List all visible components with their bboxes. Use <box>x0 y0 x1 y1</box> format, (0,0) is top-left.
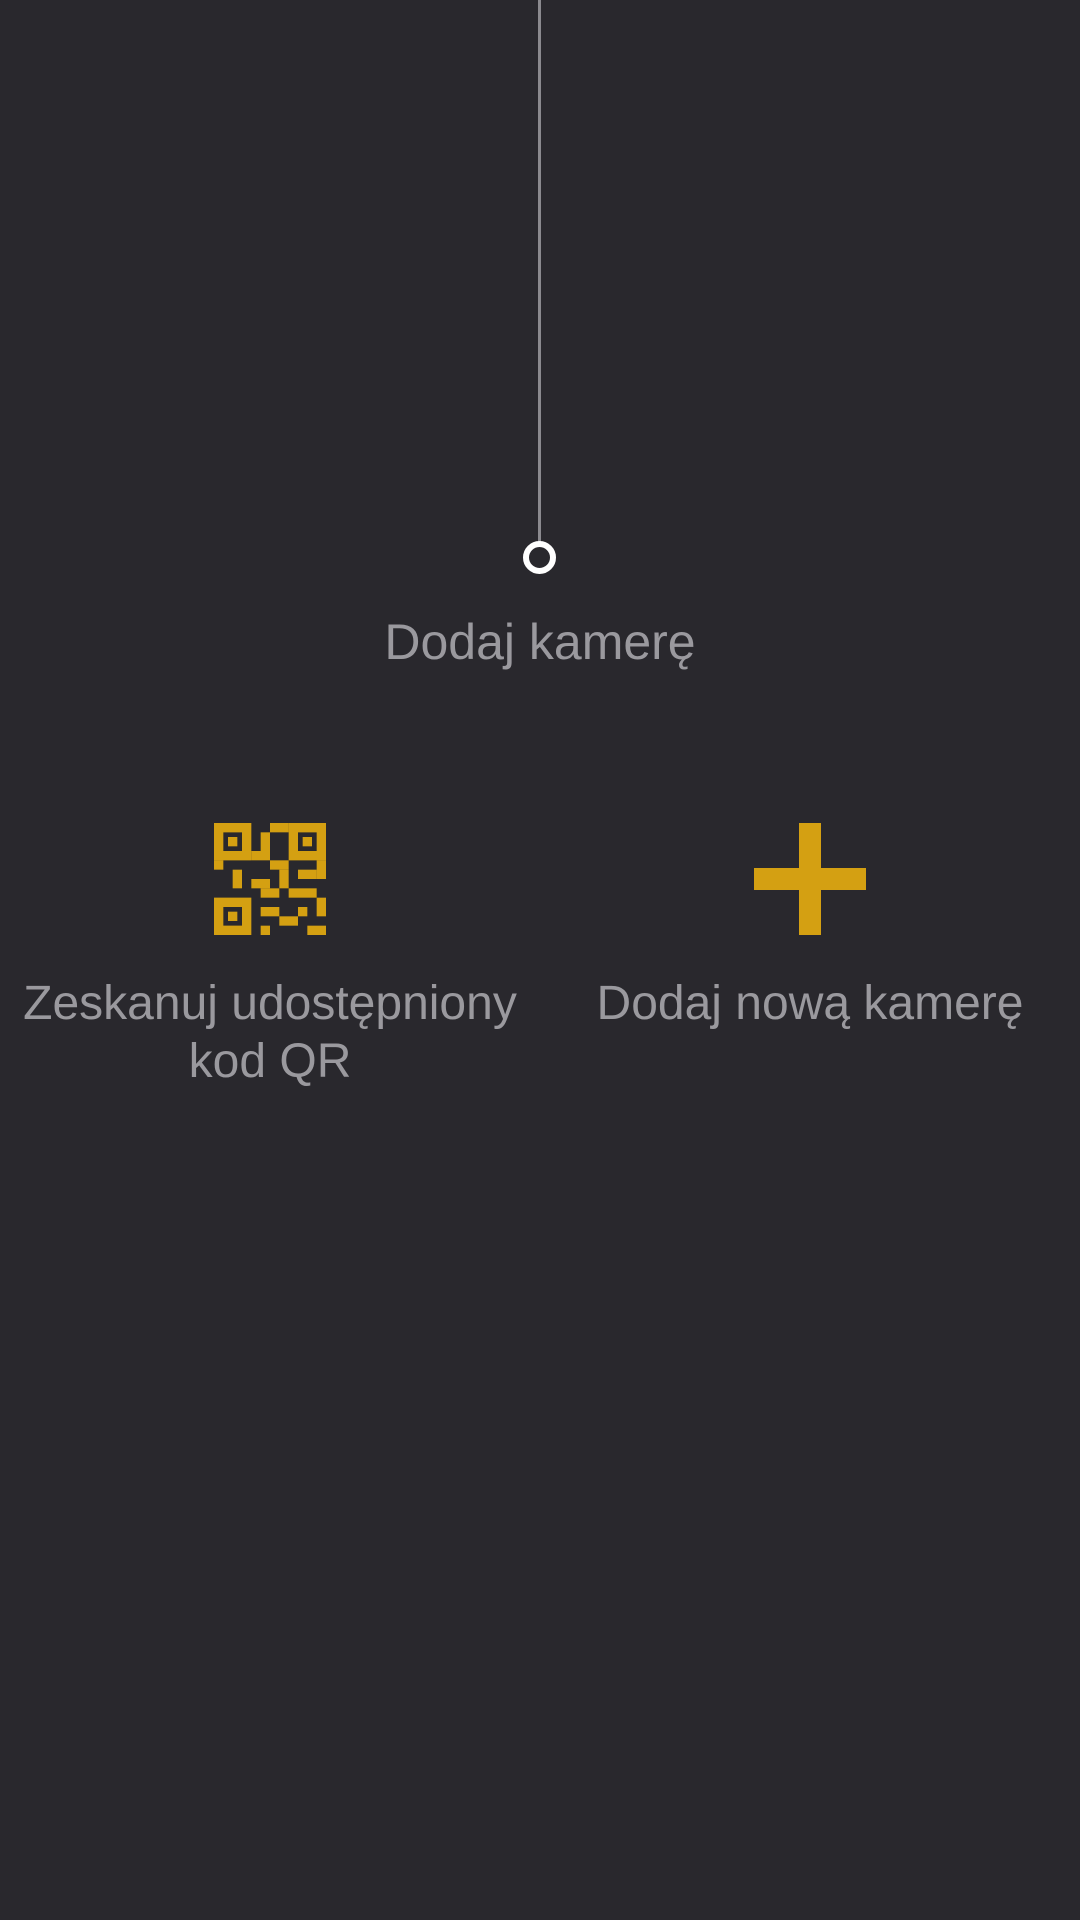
connector-node-icon <box>523 541 556 574</box>
scan-qr-label: Zeskanuj udostępniony kod QR <box>23 977 517 1088</box>
scan-qr-option[interactable]: Zeskanuj udostępniony kod QR <box>0 823 540 1091</box>
page-title: Dodaj kamerę <box>384 614 696 670</box>
qr-code-icon <box>214 823 326 935</box>
connector-line <box>538 0 541 542</box>
add-new-camera-option[interactable]: Dodaj nową kamerę <box>540 823 1080 1033</box>
plus-icon <box>754 823 866 935</box>
add-new-camera-label: Dodaj nową kamerę <box>596 977 1024 1030</box>
add-camera-screen: Dodaj kamerę Zeskanuj udostępniony kod Q… <box>0 0 1080 1920</box>
